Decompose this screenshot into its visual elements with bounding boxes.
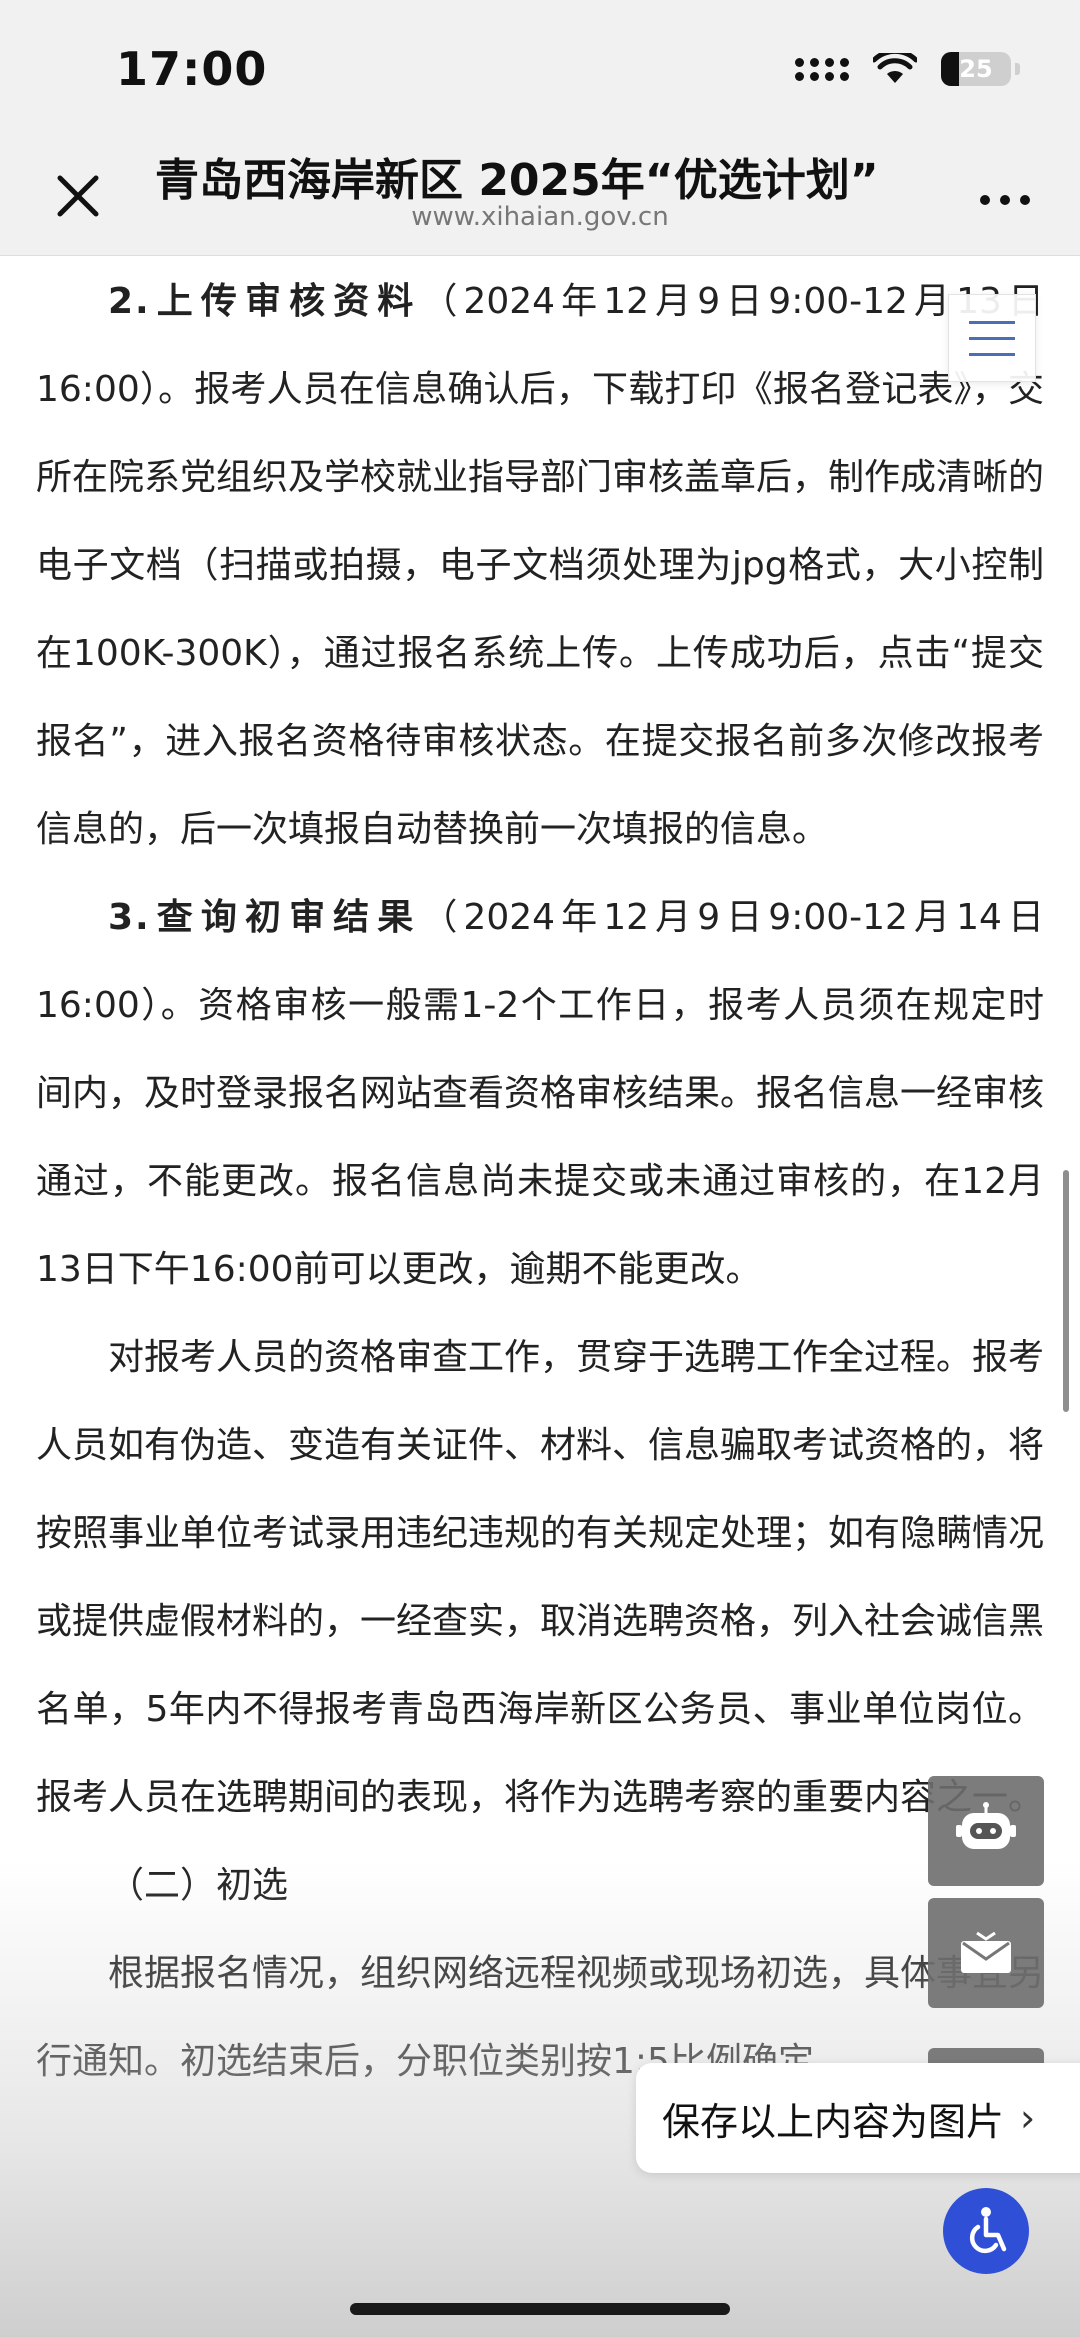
cellular-signal-icon <box>795 57 849 81</box>
section-heading: 3.查询初审结果 <box>108 897 422 938</box>
more-dot-icon <box>980 195 990 205</box>
scrollbar-thumb[interactable] <box>1063 1170 1069 1412</box>
message-button[interactable] <box>928 1898 1044 2008</box>
more-dot-icon <box>1020 195 1030 205</box>
article-body: 2.上传审核资料（2024年12月9日9:00-12月13日16:00）。报考人… <box>36 258 1044 2106</box>
save-as-image-label: 保存以上内容为图片 <box>662 2099 1005 2144</box>
accessibility-button[interactable] <box>943 2188 1029 2274</box>
status-time: 17:00 <box>116 42 268 96</box>
status-icons: 25 <box>795 52 1020 86</box>
section-heading: 2.上传审核资料 <box>108 281 422 322</box>
browser-header: 青岛西海岸新区 2025年“优选计划” www.xihaian.gov.cn <box>0 140 1080 256</box>
mail-icon <box>961 1931 1011 1973</box>
battery-cap <box>1015 63 1020 75</box>
battery-percent: 25 <box>959 55 993 83</box>
wifi-icon <box>873 53 917 83</box>
chevron-right-icon: › <box>1020 2096 1036 2140</box>
chatbot-button[interactable] <box>928 1776 1044 1886</box>
home-indicator[interactable] <box>350 2303 730 2315</box>
page-title: 青岛西海岸新区 2025年“优选计划” <box>155 155 879 206</box>
section-subheading: （二）初选 <box>108 1865 289 1906</box>
page-url: www.xihaian.gov.cn <box>411 202 669 232</box>
save-as-image-button[interactable]: 保存以上内容为图片 › <box>636 2063 1080 2173</box>
more-options-button[interactable] <box>970 170 1040 230</box>
article-paragraph: 对报考人员的资格审查工作，贯穿于选聘工作全过程。报考人员如有伪造、变造有关证件、… <box>36 1337 1045 1818</box>
paragraph-text: （2024年12月9日9:00-12月13日16:00）。报考人员在信息确认后，… <box>36 281 1045 850</box>
menu-icon[interactable] <box>948 294 1036 382</box>
more-dot-icon <box>1000 195 1010 205</box>
robot-icon <box>956 1802 1016 1849</box>
article-paragraph: 2.上传审核资料（2024年12月9日9:00-12月13日16:00）。报考人… <box>36 258 1044 874</box>
article-paragraph: 3.查询初审结果（2024年12月9日9:00-12月14日16:00）。资格审… <box>36 874 1044 1314</box>
paragraph-text: （2024年12月9日9:00-12月14日16:00）。资格审核一般需1-2个… <box>36 897 1045 1290</box>
wheelchair-icon <box>969 2207 1007 2254</box>
battery-icon: 25 <box>941 52 1011 86</box>
status-bar: 17:00 25 <box>0 0 1080 140</box>
